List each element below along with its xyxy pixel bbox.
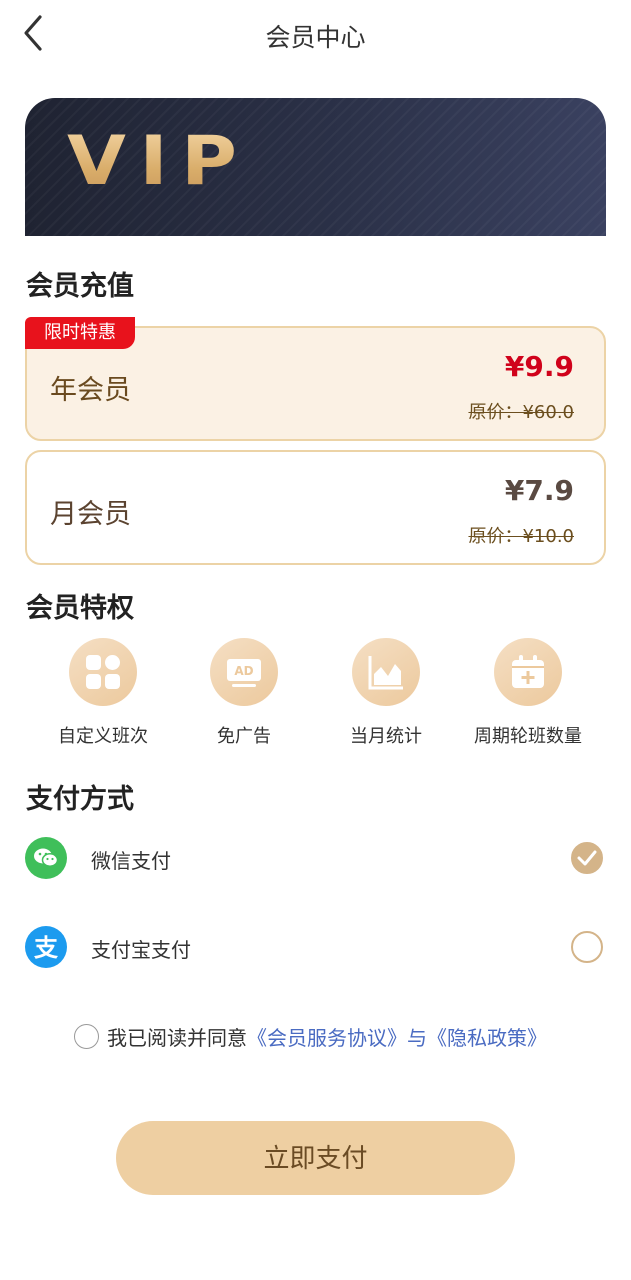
- agreement-checkbox[interactable]: [74, 1023, 99, 1049]
- payment-label: 微信支付: [91, 849, 171, 873]
- privilege-label: 免广告: [217, 726, 271, 747]
- svg-text:AD: AD: [234, 664, 253, 678]
- payment-label: 支付宝支付: [91, 938, 191, 962]
- plan-name: 月会员: [50, 499, 131, 530]
- privilege-item-no-ads: AD 免广告: [169, 638, 319, 748]
- wechat-icon: [25, 837, 67, 879]
- privilege-item-cycle-shifts: 周期轮班数量: [453, 638, 603, 748]
- payment-section-title: 支付方式: [26, 784, 134, 815]
- grid-apps-icon: [86, 655, 120, 689]
- plan-price: ¥7.9: [504, 474, 574, 507]
- privacy-policy-link[interactable]: 《隐私政策》: [427, 1022, 547, 1051]
- plan-price: ¥9.9: [504, 350, 574, 383]
- privilege-item-monthly-stats: 当月统计: [311, 638, 461, 748]
- agreement-row: 我已阅读并同意 《会员服务协议》 与 《隐私政策》: [74, 1020, 547, 1052]
- privileges-section-title: 会员特权: [26, 593, 134, 624]
- service-agreement-link[interactable]: 《会员服务协议》: [247, 1022, 407, 1051]
- area-chart-icon: [368, 656, 403, 690]
- ad-icon: AD: [227, 659, 261, 687]
- svg-text:支: 支: [34, 934, 59, 962]
- promo-badge: 限时特惠: [25, 317, 135, 349]
- plan-card-monthly[interactable]: 月会员 ¥7.9 原价：¥10.0: [25, 450, 606, 565]
- alipay-radio[interactable]: [571, 931, 603, 963]
- check-icon: [577, 850, 597, 866]
- privilege-label: 自定义班次: [58, 726, 148, 747]
- privilege-label: 周期轮班数量: [474, 726, 582, 747]
- agreement-connector: 与: [407, 1025, 427, 1050]
- page-title: 会员中心: [265, 23, 366, 52]
- pay-now-button[interactable]: 立即支付: [116, 1121, 515, 1195]
- plan-original-price: 原价：¥60.0: [468, 402, 574, 423]
- plan-original-price: 原价：¥10.0: [468, 526, 574, 547]
- vip-banner: VIP: [25, 98, 606, 236]
- agreement-text: 我已阅读并同意: [107, 1025, 247, 1050]
- recharge-section-title: 会员充值: [26, 271, 134, 302]
- privilege-label: 当月统计: [350, 726, 422, 747]
- payment-option-alipay[interactable]: 支 支付宝支付: [25, 922, 606, 972]
- payment-option-wechat[interactable]: 微信支付: [25, 833, 606, 883]
- alipay-icon: 支: [25, 926, 67, 968]
- app-header: 会员中心: [0, 0, 631, 70]
- plan-name: 年会员: [50, 375, 131, 406]
- vip-logo: VIP: [67, 122, 251, 201]
- calendar-add-icon: [512, 655, 544, 688]
- privilege-item-custom-shift: 自定义班次: [28, 638, 178, 748]
- wechat-radio[interactable]: [571, 842, 603, 874]
